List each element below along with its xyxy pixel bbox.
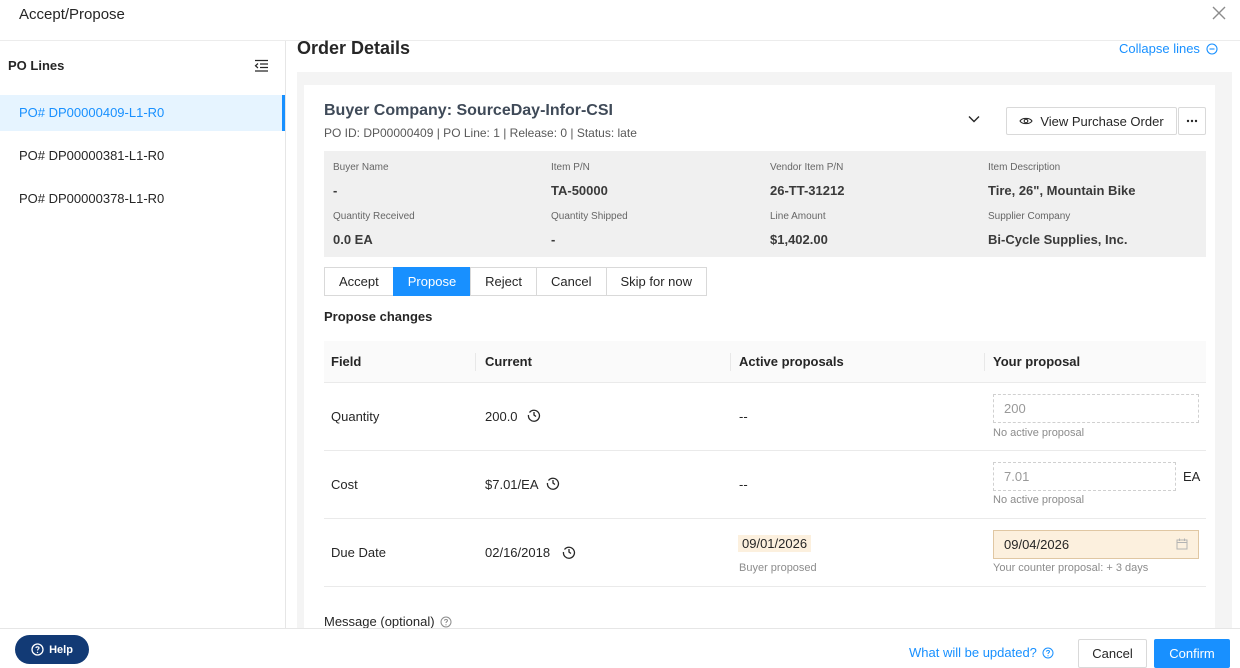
column-header-current: Current [485, 354, 532, 369]
column-divider [730, 353, 731, 371]
page-title: Order Details [297, 38, 411, 58]
what-will-be-updated-label: What will be updated? [909, 645, 1037, 660]
action-segment: Accept Propose Reject Cancel Skip for no… [324, 267, 708, 296]
what-will-be-updated-link[interactable]: What will be updated? [909, 645, 1054, 660]
table-row: Cost $7.01/EA -- 7.01 EA No active propo… [324, 451, 1206, 519]
proposal-table-header: Field Current Active proposals Your prop… [324, 341, 1206, 383]
field-label: Item P/N [551, 162, 590, 173]
propose-tab[interactable]: Propose [392, 267, 472, 296]
help-label: Help [49, 643, 73, 656]
view-purchase-order-label: View Purchase Order [1040, 113, 1164, 129]
eye-icon [1019, 117, 1033, 125]
cancel-tab[interactable]: Cancel [536, 267, 607, 296]
due-date-input[interactable]: 09/04/2026 [993, 530, 1199, 559]
field-value: $1,402.00 [770, 232, 828, 247]
field-label: Buyer Name [333, 162, 389, 173]
buyer-company: Buyer Company: SourceDay-Infor-CSI [324, 102, 613, 119]
buyer-proposed-date: 09/01/2026 [738, 535, 812, 552]
field-label: Quantity Received [333, 211, 415, 222]
reject-tab[interactable]: Reject [470, 267, 538, 296]
quantity-input[interactable]: 200 [993, 394, 1199, 423]
po-lines-sidebar: PO Lines PO# DP00000409-L1-R0 PO# DP0000… [0, 41, 286, 628]
po-info: PO ID: DP00000409 | PO Line: 1 | Release… [324, 126, 637, 140]
due-date-value: 09/04/2026 [1004, 537, 1070, 552]
calendar-icon[interactable] [1176, 538, 1188, 550]
table-row: Quantity 200.0 -- 200 No active proposal [324, 383, 1206, 451]
sidebar-item-po-409[interactable]: PO# DP00000409-L1-R0 [0, 95, 285, 131]
accept-tab[interactable]: Accept [324, 267, 394, 296]
field-label: Supplier Company [988, 211, 1071, 222]
dialog-title: Accept/Propose [19, 6, 125, 23]
row-current: 02/16/2018 [485, 545, 551, 560]
row-current: $7.01/EA [485, 477, 539, 492]
row-active: -- [739, 477, 748, 492]
help-button[interactable]: Help [15, 635, 89, 664]
row-hint: No active proposal [993, 427, 1085, 439]
chevron-down-icon[interactable] [967, 114, 981, 124]
field-value: Tire, 26", Mountain Bike [988, 183, 1136, 198]
field-value: 0.0 EA [333, 232, 373, 247]
column-divider [984, 353, 985, 371]
field-label: Vendor Item P/N [770, 162, 844, 173]
row-active: -- [739, 409, 748, 424]
field-label: Item Description [988, 162, 1061, 173]
collapse-lines-link[interactable]: Collapse lines [1119, 41, 1218, 56]
skip-tab[interactable]: Skip for now [605, 267, 708, 296]
field-label: Line Amount [770, 211, 826, 222]
ellipsis-icon [1186, 119, 1198, 123]
row-field: Cost [331, 477, 358, 492]
more-actions-button[interactable] [1178, 107, 1206, 135]
view-purchase-order-button[interactable]: View Purchase Order [1006, 107, 1177, 135]
cost-unit: EA [1183, 469, 1201, 484]
field-value: - [333, 183, 338, 198]
confirm-button[interactable]: Confirm [1154, 639, 1230, 668]
row-field: Due Date [331, 545, 386, 560]
message-label: Message (optional) [324, 614, 435, 629]
field-value: - [551, 232, 556, 247]
row-hint: No active proposal [993, 494, 1085, 506]
field-value: TA-50000 [551, 183, 608, 198]
cost-input[interactable]: 7.01 [993, 462, 1176, 491]
history-icon[interactable] [546, 476, 560, 490]
question-circle-icon[interactable] [440, 616, 452, 628]
propose-changes-title: Propose changes [324, 309, 433, 324]
collapse-lines-label: Collapse lines [1119, 41, 1200, 56]
active-hint: Buyer proposed [739, 562, 817, 574]
row-field: Quantity [331, 409, 380, 424]
field-value: 26-TT-31212 [770, 183, 845, 198]
collapse-sidebar-icon[interactable] [254, 59, 269, 73]
dialog-footer: Help What will be updated? Cancel Confir… [0, 628, 1240, 668]
sidebar-item-po-378[interactable]: PO# DP00000378-L1-R0 [0, 181, 285, 217]
row-hint: Your counter proposal: + 3 days [993, 562, 1149, 574]
history-icon[interactable] [527, 408, 541, 422]
column-header-active: Active proposals [739, 354, 844, 369]
message-label-group: Message (optional) [324, 614, 452, 629]
row-current: 200.0 [485, 409, 518, 424]
minus-circle-icon [1206, 42, 1218, 55]
question-circle-icon [1042, 647, 1054, 658]
table-row: Due Date 02/16/2018 09/01/2026 Buyer pro… [324, 519, 1206, 587]
history-icon[interactable] [562, 545, 576, 559]
field-label: Quantity Shipped [551, 211, 628, 222]
column-divider [475, 353, 476, 371]
column-header-field: Field [331, 354, 362, 369]
help-icon [31, 643, 44, 656]
dialog-header: Accept/Propose [0, 0, 1240, 41]
sidebar-title: PO Lines [8, 58, 65, 73]
close-icon[interactable] [1212, 6, 1226, 20]
field-value: Bi-Cycle Supplies, Inc. [988, 232, 1128, 247]
column-header-proposal: Your proposal [993, 354, 1081, 369]
cancel-button[interactable]: Cancel [1078, 639, 1147, 668]
sidebar-item-po-381[interactable]: PO# DP00000381-L1-R0 [0, 138, 285, 174]
order-info-grid: Buyer Name - Item P/N TA-50000 Vendor It… [324, 151, 1206, 257]
